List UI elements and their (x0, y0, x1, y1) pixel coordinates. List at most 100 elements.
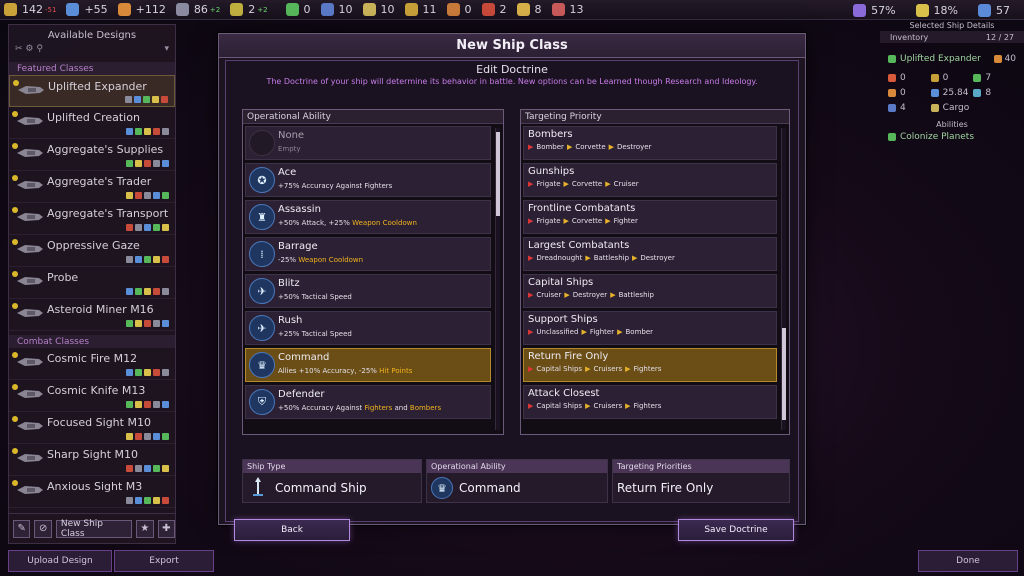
targeting-option[interactable]: Attack Closest ▶ Capital Ships ▶ Cruisers ▶ Fi… (523, 385, 777, 419)
targeting-option[interactable]: Largest Combatants ▶ Dreadnought ▶ Battleshi… (523, 237, 777, 271)
design-list-item[interactable]: Cosmic Fire M12 (9, 348, 175, 380)
ability-option[interactable]: ✪ Ace +75% Accuracy Against Fighters (245, 163, 491, 197)
ability-name: Rush (278, 315, 303, 326)
stat-cell: 4 (888, 103, 931, 113)
priority-arrow-icon: ▶ (563, 180, 569, 188)
tax-icon (915, 3, 929, 17)
resource-value: 10 (338, 3, 353, 16)
priority-arrow-icon: ▶ (563, 217, 569, 225)
priority-arrow-icon: ▶ (581, 328, 587, 336)
module-icon (162, 465, 169, 472)
ace-icon: ✪ (249, 167, 275, 193)
stat-icon (888, 88, 896, 97)
ability-option[interactable]: ♛ Command Allies +10% Accuracy, -25% Hit P… (245, 348, 491, 382)
targeting-option[interactable]: Bombers ▶ Bomber ▶ Corvette ▶ Destroyer (523, 126, 777, 160)
targeting-option[interactable]: Support Ships ▶ Unclassified ▶ Fighter ▶ Bombe… (523, 311, 777, 345)
design-list-item[interactable]: Oppressive Gaze (9, 235, 175, 267)
target-class: Destroyer (572, 291, 608, 299)
done-button[interactable]: Done (918, 550, 1018, 572)
favorite-button[interactable]: ★ (136, 519, 154, 538)
operational-ability-header: Operational Ability (243, 110, 503, 124)
targeting-scrollbar[interactable] (781, 128, 786, 430)
stat-icon (930, 73, 939, 82)
targeting-chain: ▶ Bomber ▶ Corvette ▶ Destroyer (528, 140, 776, 151)
target-class: Corvette (571, 180, 603, 188)
strategic-1-icon (285, 3, 299, 16)
delete-design-button[interactable]: ⊘ (34, 519, 52, 538)
priority-arrow-icon: ▶ (528, 254, 534, 262)
targeting-option[interactable]: Capital Ships ▶ Cruiser ▶ Destroyer ▶ Battlesh… (523, 274, 777, 308)
design-name: Uplifted Expander (48, 80, 147, 93)
target-class: Cruisers (593, 365, 623, 373)
targeting-chain: ▶ Frigate ▶ Corvette ▶ Fighter (528, 214, 776, 225)
design-list-item[interactable]: Asteroid Miner M16 (9, 299, 175, 331)
targeting-option[interactable]: Return Fire Only ▶ Capital Ships ▶ Cruisers ▶… (523, 348, 777, 382)
ability-item: Colonize Planets (880, 129, 1024, 144)
module-icon (153, 224, 160, 231)
resource-item: 0 (443, 0, 478, 20)
design-list-item[interactable]: Cosmic Knife M13 (9, 380, 175, 412)
export-button[interactable]: Export (114, 550, 214, 572)
upload-design-button[interactable]: Upload Design (8, 550, 112, 572)
strategic-8-icon (551, 3, 565, 16)
ability-description: +50% Attack, +25% Weapon Cooldown (278, 219, 417, 227)
priority-arrow-icon: ▶ (608, 143, 615, 151)
ability-description-part: Weapon Cooldown (352, 219, 417, 227)
targeting-priority-value: Return Fire Only (617, 481, 714, 495)
design-list-item[interactable]: Sharp Sight M10 (9, 444, 175, 476)
chevron-down-icon[interactable]: ▾ (164, 44, 169, 58)
design-list-item[interactable]: Uplifted Expander (9, 75, 175, 107)
module-icon (135, 369, 142, 376)
design-list-item[interactable]: Anxious Sight M3 (9, 476, 175, 508)
module-icon (162, 497, 169, 504)
priority-arrow-icon: ▶ (605, 217, 611, 225)
design-list-item[interactable]: Aggregate's Supplies (9, 139, 175, 171)
ability-option[interactable]: ⁞ Barrage -25% Weapon Cooldown (245, 237, 491, 271)
module-icon (162, 288, 169, 295)
stat-cell: 7 (973, 73, 1016, 83)
module-icon (126, 128, 133, 135)
resource-item: 0 (282, 0, 317, 20)
new-ship-class-button[interactable]: New Ship Class (55, 519, 133, 539)
ability-option[interactable]: ✈ Blitz +50% Tactical Speed (245, 274, 491, 308)
priority-arrow-icon: ▶ (566, 143, 573, 151)
back-button[interactable]: Back (234, 519, 350, 541)
science-icon (66, 3, 80, 16)
target-class: Frigate (536, 180, 561, 188)
design-list-item[interactable]: Uplifted Creation (9, 107, 175, 139)
design-list-item[interactable]: Aggregate's Trader (9, 171, 175, 203)
stat-cell: 0 (888, 88, 931, 98)
ability-description-part: Allies +10% Accuracy, -25% (278, 367, 380, 375)
ship-silhouette-icon (17, 452, 43, 464)
barrage-icon: ⁞ (249, 241, 275, 267)
ability-option[interactable]: ⛨ Defender +50% Accuracy Against Fighters … (245, 385, 491, 419)
filter-icon[interactable]: ✂ ⚙ ⚲ (15, 44, 43, 58)
strategic-6-icon (481, 3, 495, 16)
design-list-item[interactable]: Probe (9, 267, 175, 299)
resource-item: 57% (849, 0, 901, 20)
edit-design-button[interactable]: ✎ (13, 519, 31, 538)
ability-scrollbar[interactable] (495, 128, 500, 430)
module-icon (144, 497, 151, 504)
ability-option[interactable]: None Empty (245, 126, 491, 160)
add-design-button[interactable]: ✚ (157, 519, 175, 538)
targeting-option[interactable]: Gunships ▶ Frigate ▶ Corvette ▶ Cruiser (523, 163, 777, 197)
resource-value: 10 (380, 3, 395, 16)
ability-option[interactable]: ♜ Assassin +50% Attack, +25% Weapon Cooldo… (245, 200, 491, 234)
design-name: Aggregate's Trader (47, 175, 152, 188)
target-class: Corvette (575, 143, 606, 151)
ship-silhouette-icon (17, 179, 43, 191)
new-ship-class-dialog: New Ship Class Edit Doctrine The Doctrin… (218, 33, 806, 541)
ability-option[interactable]: ✈ Rush +25% Tactical Speed (245, 311, 491, 345)
target-class: Destroyer (617, 143, 652, 151)
design-list-item[interactable]: Aggregate's Transport (9, 203, 175, 235)
stat-value: 8 (985, 87, 992, 98)
module-icon (135, 320, 142, 327)
design-list-item[interactable]: Focused Sight M10 (9, 412, 175, 444)
targeting-option[interactable]: Frontline Combatants ▶ Frigate ▶ Corvette ▶ Fi… (523, 200, 777, 234)
design-modules (125, 96, 168, 103)
ability-description: +50% Tactical Speed (278, 293, 352, 301)
priority-arrow-icon: ▶ (585, 365, 591, 373)
target-class: Capital Ships (536, 365, 583, 373)
save-doctrine-button[interactable]: Save Doctrine (678, 519, 794, 541)
